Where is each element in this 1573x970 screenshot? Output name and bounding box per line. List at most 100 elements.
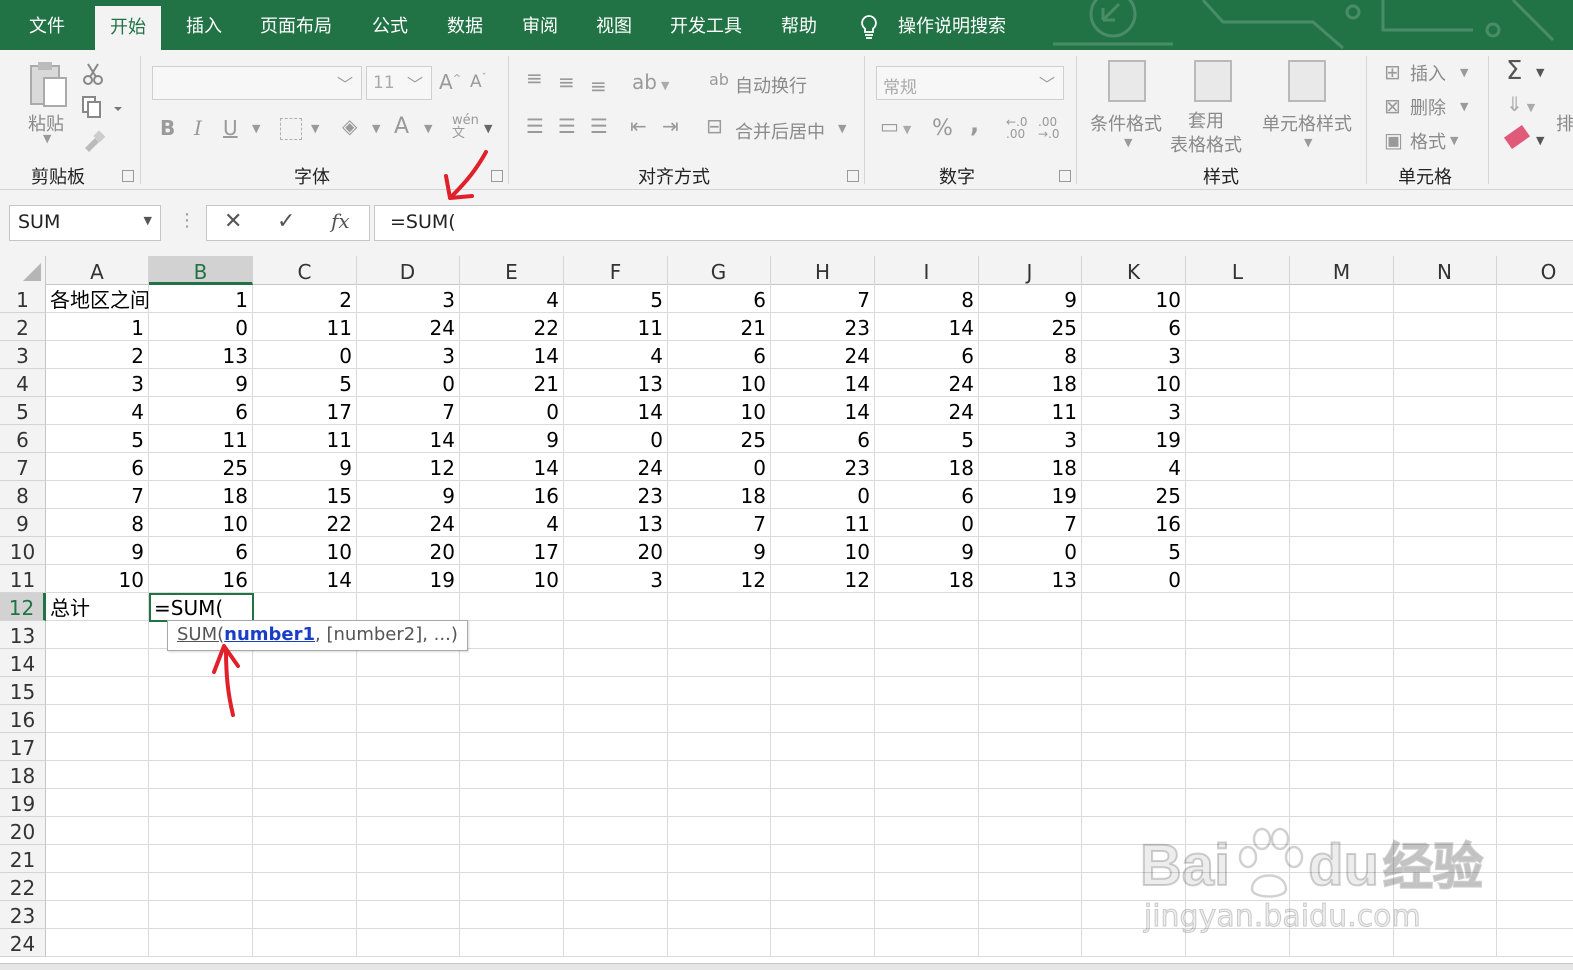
cell[interactable] [1186, 537, 1290, 565]
cell[interactable]: 25 [149, 453, 253, 481]
cell[interactable] [149, 873, 253, 901]
cell[interactable]: 12 [771, 565, 875, 593]
cell[interactable] [1186, 789, 1290, 817]
cell[interactable] [1497, 369, 1573, 397]
cell[interactable] [771, 873, 875, 901]
row-header-23[interactable]: 23 [0, 901, 46, 929]
cell[interactable]: 6 [149, 397, 253, 425]
comma-button[interactable]: , [970, 110, 979, 138]
cell[interactable] [1290, 285, 1394, 313]
cell[interactable] [46, 705, 149, 733]
decrease-font-icon[interactable]: Aˇ [470, 72, 487, 92]
cancel-entry-icon[interactable]: ✕ [224, 209, 242, 234]
cell[interactable] [1497, 789, 1573, 817]
cell[interactable] [667, 705, 771, 733]
cell[interactable] [564, 705, 668, 733]
cell[interactable] [1393, 481, 1497, 509]
cell[interactable] [1497, 285, 1573, 313]
decrease-indent-icon[interactable]: ⇤ [630, 114, 647, 138]
conditional-format-button[interactable]: 条件格式 [1090, 110, 1162, 136]
active-cell[interactable]: =SUM( [149, 593, 254, 622]
cell[interactable] [1186, 621, 1290, 649]
cell[interactable] [253, 873, 357, 901]
cell[interactable] [460, 929, 564, 957]
cell[interactable]: 25 [978, 313, 1082, 341]
cell[interactable]: 各地区之间 [46, 285, 149, 313]
cell[interactable]: 11 [564, 313, 668, 341]
cell[interactable] [1497, 817, 1573, 845]
cell[interactable] [460, 733, 564, 761]
cell[interactable] [667, 873, 771, 901]
cell[interactable] [1290, 397, 1394, 425]
cell[interactable] [1290, 453, 1394, 481]
paste-dropdown-icon[interactable]: ▼ [43, 132, 51, 145]
cell[interactable] [1290, 705, 1394, 733]
cell[interactable]: 14 [771, 369, 875, 397]
cell[interactable] [149, 817, 253, 845]
cell[interactable]: 9 [667, 537, 771, 565]
cell[interactable]: 7 [771, 285, 875, 313]
cell[interactable]: 9 [460, 425, 564, 453]
fill-down-icon[interactable]: ⇓ ▼ [1506, 92, 1535, 116]
cell[interactable] [978, 705, 1082, 733]
cell[interactable] [564, 817, 668, 845]
merge-center-button[interactable]: 合并后居中 [735, 118, 825, 144]
cell[interactable]: 18 [875, 565, 979, 593]
cell[interactable]: 9 [978, 285, 1082, 313]
cell[interactable]: 6 [667, 285, 771, 313]
wrap-text-button[interactable]: 自动换行 [735, 72, 807, 98]
cell[interactable] [1393, 341, 1497, 369]
row-header-14[interactable]: 14 [0, 649, 46, 677]
cell[interactable] [978, 789, 1082, 817]
select-all-button[interactable] [0, 256, 46, 285]
cell[interactable] [875, 705, 979, 733]
cell[interactable] [1186, 341, 1290, 369]
cell[interactable]: 8 [875, 285, 979, 313]
cell[interactable] [149, 733, 253, 761]
cell[interactable]: 25 [667, 425, 771, 453]
function-argument-tooltip[interactable]: SUM(number1, [number2], ...) [167, 620, 468, 651]
column-header-l[interactable]: L [1186, 256, 1290, 285]
cell[interactable]: 0 [564, 425, 668, 453]
cell[interactable] [1393, 761, 1497, 789]
row-header-11[interactable]: 11 [0, 565, 46, 593]
italic-button[interactable]: I [194, 116, 202, 140]
cell[interactable]: 24 [356, 313, 460, 341]
row-header-10[interactable]: 10 [0, 537, 46, 565]
cell[interactable] [771, 677, 875, 705]
cell[interactable]: 13 [564, 369, 668, 397]
tab-insert[interactable]: 插入 [171, 0, 237, 50]
cell[interactable] [1497, 845, 1573, 873]
cell[interactable]: 2 [46, 341, 149, 369]
cell[interactable]: 16 [460, 481, 564, 509]
cell[interactable] [1290, 369, 1394, 397]
cell[interactable] [1497, 593, 1573, 621]
cell[interactable]: 11 [253, 313, 357, 341]
cell[interactable] [253, 733, 357, 761]
tell-me-search[interactable]: 操作说明搜索 [883, 0, 1021, 50]
cell[interactable] [771, 733, 875, 761]
cell[interactable]: 21 [460, 369, 564, 397]
column-header-c[interactable]: C [253, 256, 357, 285]
cell[interactable] [1186, 733, 1290, 761]
cell[interactable] [564, 593, 668, 621]
cell[interactable]: 6 [667, 341, 771, 369]
cell[interactable] [1497, 537, 1573, 565]
cell[interactable] [667, 621, 771, 649]
cell[interactable] [46, 873, 149, 901]
cell[interactable] [1186, 565, 1290, 593]
cell[interactable] [1082, 705, 1186, 733]
cell[interactable] [46, 649, 149, 677]
cell[interactable] [1290, 313, 1394, 341]
cell[interactable]: 10 [1082, 285, 1186, 313]
cell[interactable] [1497, 481, 1573, 509]
cell[interactable] [1290, 761, 1394, 789]
font-name-dropdown[interactable]: ﹀ [152, 66, 362, 100]
insert-function-button[interactable]: fx [331, 209, 350, 233]
cell[interactable] [875, 593, 979, 621]
cell[interactable] [356, 817, 460, 845]
cell[interactable] [149, 649, 253, 677]
cell[interactable] [1290, 677, 1394, 705]
cell[interactable] [1393, 369, 1497, 397]
cell[interactable] [356, 901, 460, 929]
